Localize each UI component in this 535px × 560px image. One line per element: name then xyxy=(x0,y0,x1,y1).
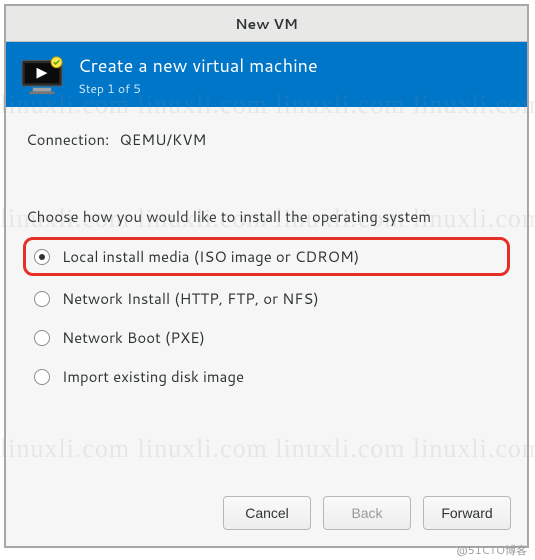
wizard-content: Connection: QEMU/KVM Choose how you woul… xyxy=(6,107,527,482)
radio-icon xyxy=(34,291,50,307)
connection-label: Connection: xyxy=(26,129,109,150)
wizard-title: Create a new virtual machine xyxy=(78,52,318,78)
monitor-play-icon xyxy=(20,55,64,95)
radio-label: Import existing disk image xyxy=(62,366,244,387)
radio-icon xyxy=(34,330,50,346)
cancel-button[interactable]: Cancel xyxy=(223,496,311,530)
install-method-radios: Local install media (ISO image or CDROM)… xyxy=(26,237,507,393)
dialog-window: New VM Create a new virtual machine Step… xyxy=(4,4,529,548)
wizard-step: Step 1 of 5 xyxy=(78,80,318,97)
radio-local-media[interactable]: Local install media (ISO image or CDROM) xyxy=(23,237,510,276)
radio-network-boot[interactable]: Network Boot (PXE) xyxy=(26,321,507,354)
wizard-header: Create a new virtual machine Step 1 of 5 xyxy=(6,42,527,107)
header-text: Create a new virtual machine Step 1 of 5 xyxy=(78,52,318,97)
window-title: New VM xyxy=(235,14,298,34)
back-button[interactable]: Back xyxy=(323,496,411,530)
radio-icon xyxy=(34,369,50,385)
connection-value: QEMU/KVM xyxy=(119,129,206,150)
connection-row: Connection: QEMU/KVM xyxy=(26,129,507,150)
radio-network-install[interactable]: Network Install (HTTP, FTP, or NFS) xyxy=(26,282,507,315)
radio-label: Network Install (HTTP, FTP, or NFS) xyxy=(62,288,319,309)
wizard-buttons: Cancel Back Forward xyxy=(6,482,527,546)
radio-import-disk[interactable]: Import existing disk image xyxy=(26,360,507,393)
forward-button[interactable]: Forward xyxy=(423,496,511,530)
radio-label: Local install media (ISO image or CDROM) xyxy=(62,246,359,267)
spacer xyxy=(26,393,507,470)
choose-label: Choose how you would like to install the… xyxy=(26,206,507,227)
titlebar: New VM xyxy=(6,6,527,42)
radio-icon xyxy=(34,249,50,265)
radio-label: Network Boot (PXE) xyxy=(62,327,205,348)
